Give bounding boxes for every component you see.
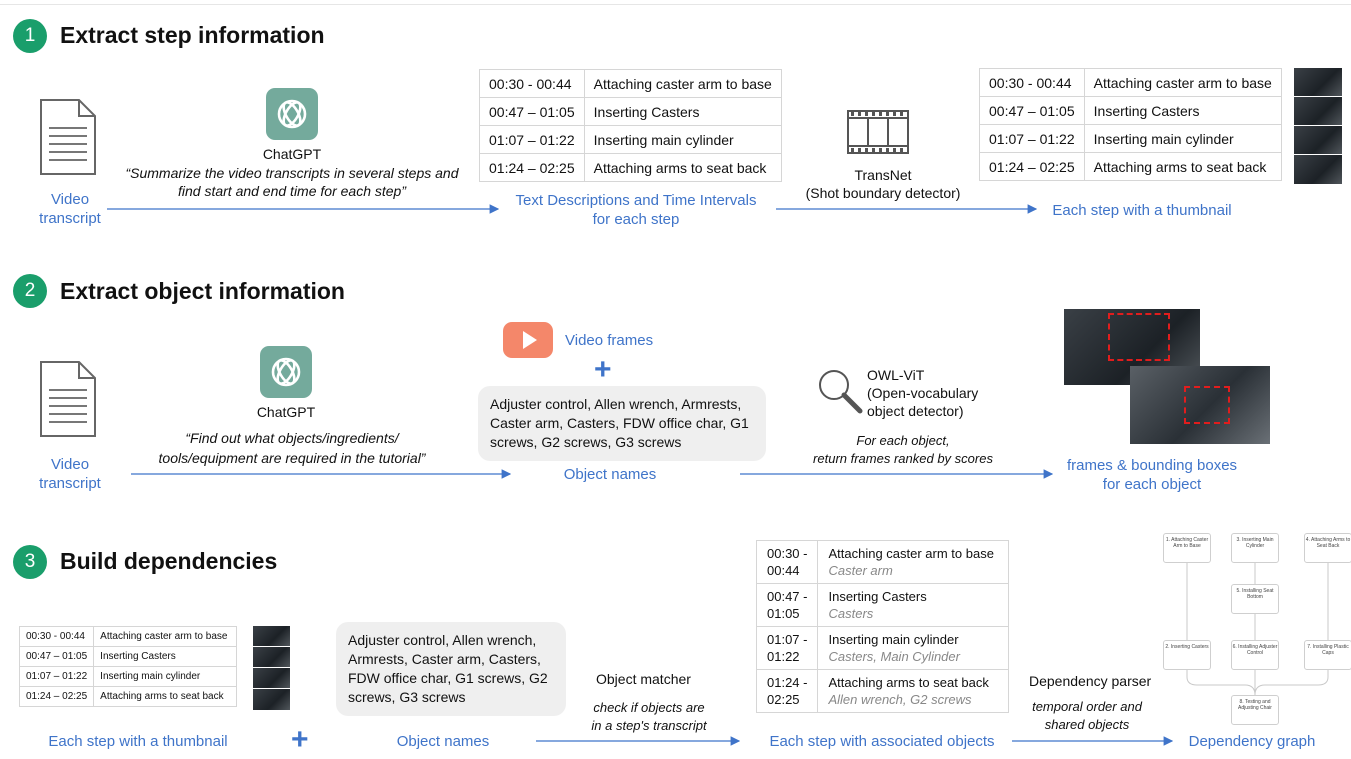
flow-arrows <box>107 204 1174 746</box>
